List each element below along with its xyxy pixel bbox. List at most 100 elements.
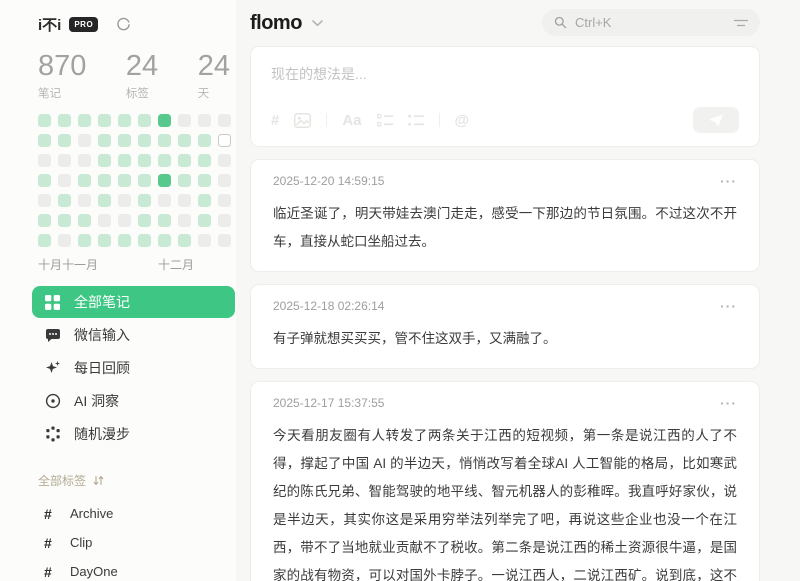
sort-icon[interactable] xyxy=(93,475,104,486)
heatmap-cell[interactable] xyxy=(158,194,171,207)
heatmap-cell[interactable] xyxy=(178,234,191,247)
sidebar-item-random-walk[interactable]: 随机漫步 xyxy=(32,418,235,450)
heatmap-cell[interactable] xyxy=(158,114,171,127)
note-more-button[interactable]: ··· xyxy=(720,395,737,411)
heatmap-cell[interactable] xyxy=(178,154,191,167)
heatmap-cell[interactable] xyxy=(198,194,211,207)
chevron-down-icon[interactable] xyxy=(312,20,323,27)
heatmap-cell[interactable] xyxy=(198,174,211,187)
heatmap-cell[interactable] xyxy=(78,214,91,227)
checklist-tool-icon[interactable] xyxy=(377,114,393,127)
heatmap-cell[interactable] xyxy=(38,134,51,147)
heatmap-cell[interactable] xyxy=(138,214,151,227)
heatmap-cell[interactable] xyxy=(178,194,191,207)
sidebar-item-ai-insight[interactable]: AI 洞察 xyxy=(32,385,235,417)
user-name[interactable]: i不i xyxy=(38,14,61,35)
heatmap-cell[interactable] xyxy=(98,214,111,227)
note-more-button[interactable]: ··· xyxy=(720,298,737,314)
heatmap-cell[interactable] xyxy=(98,114,111,127)
heatmap-cell[interactable] xyxy=(218,214,231,227)
heatmap-cell[interactable] xyxy=(78,194,91,207)
heatmap-cell[interactable] xyxy=(38,234,51,247)
stat-notes[interactable]: 870 笔记 xyxy=(38,50,86,101)
heatmap-cell[interactable] xyxy=(98,194,111,207)
heatmap-cell[interactable] xyxy=(138,234,151,247)
heatmap-cell[interactable] xyxy=(218,194,231,207)
search-input[interactable]: Ctrl+K xyxy=(542,9,760,36)
heatmap-cell[interactable] xyxy=(218,234,231,247)
heatmap-cell[interactable] xyxy=(118,114,131,127)
heatmap-cell[interactable] xyxy=(118,194,131,207)
stat-days[interactable]: 24 天 xyxy=(198,50,230,101)
heatmap-cell[interactable] xyxy=(38,174,51,187)
image-tool-icon[interactable] xyxy=(294,113,311,128)
heatmap-cell[interactable] xyxy=(38,214,51,227)
tags-header[interactable]: 全部标签 xyxy=(38,472,236,489)
heatmap-cell[interactable] xyxy=(198,154,211,167)
list-tool-icon[interactable] xyxy=(408,114,424,127)
heatmap-cell[interactable] xyxy=(98,174,111,187)
heatmap-cell[interactable] xyxy=(38,154,51,167)
heatmap-cell[interactable] xyxy=(198,234,211,247)
heatmap-cell[interactable] xyxy=(198,134,211,147)
heatmap-cell[interactable] xyxy=(138,134,151,147)
heatmap-cell[interactable] xyxy=(138,174,151,187)
heatmap-cell[interactable] xyxy=(158,154,171,167)
heatmap-cell[interactable] xyxy=(218,114,231,127)
sidebar-tag-clip[interactable]: #Clip xyxy=(44,528,236,557)
heatmap-cell[interactable] xyxy=(218,134,231,147)
send-button[interactable] xyxy=(693,107,739,133)
heatmap-cell[interactable] xyxy=(198,214,211,227)
heatmap-cell[interactable] xyxy=(98,234,111,247)
note-more-button[interactable]: ··· xyxy=(720,173,737,189)
heatmap-cell[interactable] xyxy=(178,214,191,227)
heatmap-cell[interactable] xyxy=(58,134,71,147)
sidebar-item-all-notes[interactable]: 全部笔记 xyxy=(32,286,235,318)
note-composer[interactable]: 现在的想法是... #Aa@ xyxy=(250,46,760,147)
heatmap-cell[interactable] xyxy=(118,174,131,187)
sidebar-tag-dayone[interactable]: #DayOne xyxy=(44,557,236,581)
heatmap-cell[interactable] xyxy=(58,214,71,227)
sidebar-item-wechat-input[interactable]: 微信输入 xyxy=(32,319,235,351)
heatmap-cell[interactable] xyxy=(118,134,131,147)
heatmap-cell[interactable] xyxy=(118,214,131,227)
heatmap-cell[interactable] xyxy=(78,174,91,187)
heatmap-cell[interactable] xyxy=(98,134,111,147)
heatmap-cell[interactable] xyxy=(158,214,171,227)
stat-tags[interactable]: 24 标签 xyxy=(126,50,158,101)
sync-refresh-icon[interactable] xyxy=(116,17,131,32)
heatmap-cell[interactable] xyxy=(178,134,191,147)
heatmap-cell[interactable] xyxy=(58,154,71,167)
filter-icon[interactable] xyxy=(734,18,748,28)
sidebar-item-daily-review[interactable]: 每日回顾 xyxy=(32,352,235,384)
mention-tool-icon[interactable]: @ xyxy=(455,112,470,129)
heatmap-cell[interactable] xyxy=(118,234,131,247)
heatmap-cell[interactable] xyxy=(78,154,91,167)
heatmap-cell[interactable] xyxy=(178,114,191,127)
flomo-logo[interactable]: flomo xyxy=(250,12,302,35)
heatmap-cell[interactable] xyxy=(158,174,171,187)
heatmap-cell[interactable] xyxy=(98,154,111,167)
heatmap-cell[interactable] xyxy=(218,154,231,167)
heatmap-cell[interactable] xyxy=(218,174,231,187)
heatmap-cell[interactable] xyxy=(138,154,151,167)
sidebar-tag-archive[interactable]: #Archive xyxy=(44,499,236,528)
heatmap-cell[interactable] xyxy=(198,114,211,127)
heatmap-cell[interactable] xyxy=(178,174,191,187)
heatmap-cell[interactable] xyxy=(38,114,51,127)
heatmap-cell[interactable] xyxy=(158,234,171,247)
heatmap-cell[interactable] xyxy=(138,114,151,127)
tag-tool-icon[interactable]: # xyxy=(271,112,279,129)
heatmap-cell[interactable] xyxy=(58,174,71,187)
heatmap-cell[interactable] xyxy=(58,194,71,207)
heatmap-cell[interactable] xyxy=(158,134,171,147)
format-tool-icon[interactable]: Aa xyxy=(342,112,361,129)
heatmap-cell[interactable] xyxy=(78,134,91,147)
heatmap-cell[interactable] xyxy=(138,194,151,207)
heatmap-cell[interactable] xyxy=(58,114,71,127)
heatmap-cell[interactable] xyxy=(78,114,91,127)
heatmap-cell[interactable] xyxy=(118,154,131,167)
heatmap-cell[interactable] xyxy=(38,194,51,207)
heatmap-cell[interactable] xyxy=(58,234,71,247)
heatmap-cell[interactable] xyxy=(78,234,91,247)
